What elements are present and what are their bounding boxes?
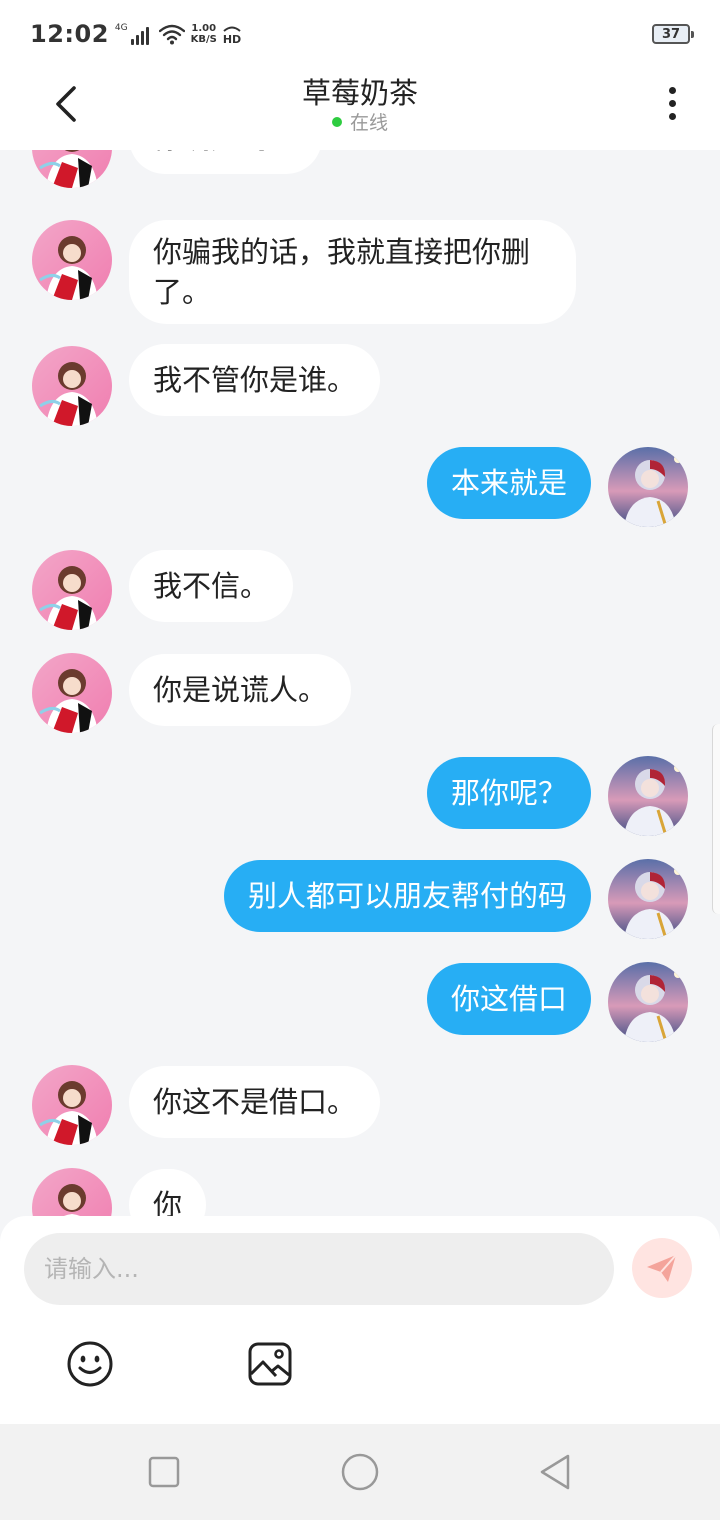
contact-avatar[interactable] (32, 1065, 112, 1145)
message-bubble[interactable]: 我不信。 (129, 550, 294, 622)
hd-icon: HD (223, 26, 241, 45)
square-icon[interactable] (144, 1452, 184, 1492)
contact-avatar[interactable] (32, 653, 112, 733)
speed-unit: KB/S (190, 34, 217, 45)
network-type: 4G (114, 23, 128, 33)
message-bubble[interactable]: 你 (129, 1169, 207, 1216)
hd-label: HD (223, 33, 241, 45)
battery-level: 37 (661, 26, 681, 42)
contact-avatar[interactable] (32, 220, 112, 300)
status-time: 12:02 (30, 20, 109, 48)
message-list[interactable]: 你确定吗？ 你骗我的话，我就直接把你删了。 我不管你是谁。 本来就是 我不信。 … (0, 150, 720, 1216)
my-avatar[interactable] (608, 859, 688, 939)
input-panel (0, 1216, 720, 1424)
speed-value: 1.00 (191, 23, 217, 34)
message-bubble[interactable]: 你这不是借口。 (129, 1066, 381, 1138)
smiley-icon[interactable] (66, 1340, 114, 1388)
contact-avatar[interactable] (32, 346, 112, 426)
scroll-indicator[interactable] (712, 724, 720, 914)
status-bar: 12:02 4G 1.00 KB/S HD 37 (0, 0, 720, 68)
cellular-signal-icon: 4G (115, 23, 149, 45)
message-bubble[interactable]: 别人都可以朋友帮付的码 (223, 860, 591, 932)
message-bubble[interactable]: 我不管你是谁。 (129, 344, 381, 416)
battery-icon: 37 (652, 24, 694, 44)
my-avatar[interactable] (608, 756, 688, 836)
status-label: 在线 (349, 112, 388, 134)
wifi-icon (158, 24, 185, 45)
system-nav-bar (0, 1424, 720, 1520)
network-speed: 1.00 KB/S (191, 23, 217, 45)
more-options-button[interactable] (652, 78, 692, 128)
send-button[interactable] (632, 1238, 692, 1298)
contact-avatar[interactable] (32, 1168, 112, 1216)
contact-status: 在线 (0, 108, 720, 135)
message-bubble[interactable]: 那你呢？ (426, 757, 591, 829)
more-vertical-icon (668, 86, 676, 94)
online-dot-icon (331, 116, 342, 127)
message-input[interactable] (24, 1233, 614, 1305)
contact-name: 草莓奶茶 (301, 76, 418, 110)
circle-icon[interactable] (340, 1452, 380, 1492)
my-avatar[interactable] (608, 447, 688, 527)
message-bubble[interactable]: 你这借口 (426, 963, 591, 1035)
message-bubble[interactable]: 你骗我的话，我就直接把你删了。 (129, 220, 576, 324)
contact-avatar[interactable] (32, 150, 112, 188)
message-bubble[interactable]: 你确定吗？ (129, 150, 323, 174)
triangle-left-icon[interactable] (536, 1452, 576, 1492)
chat-header: 草莓奶茶 在线 (0, 68, 720, 150)
image-icon[interactable] (246, 1340, 294, 1388)
message-bubble[interactable]: 本来就是 (426, 447, 591, 519)
paper-plane-icon (647, 1254, 677, 1282)
my-avatar[interactable] (608, 962, 688, 1042)
contact-avatar[interactable] (32, 550, 112, 630)
message-bubble[interactable]: 你是说谎人。 (129, 654, 352, 726)
